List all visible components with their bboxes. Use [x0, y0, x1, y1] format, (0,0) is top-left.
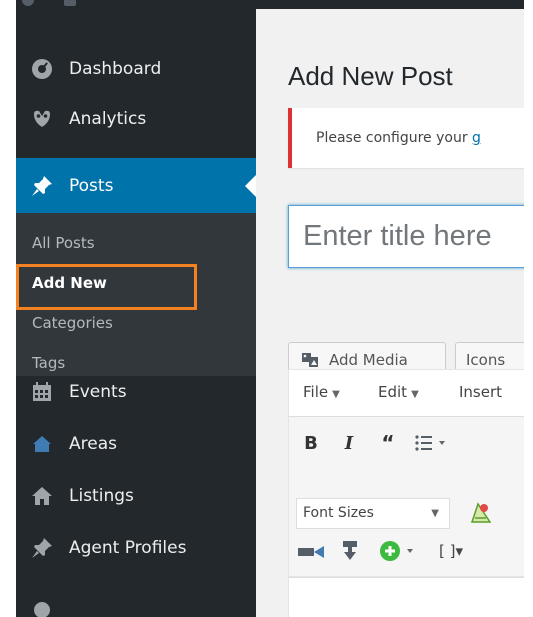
analytics-icon: [30, 107, 54, 131]
house-icon: [30, 432, 54, 456]
shortcode-icon[interactable]: [ ]▾: [433, 538, 469, 564]
bold-icon[interactable]: B: [299, 431, 323, 455]
sidebar-item-label: Analytics: [69, 109, 147, 129]
wordpress-icon[interactable]: [22, 0, 34, 6]
menu-insert[interactable]: Insert: [459, 383, 502, 401]
editor-menubar: File ▼ Edit ▼ Insert: [288, 369, 524, 417]
submenu-item-all-posts[interactable]: All Posts: [32, 234, 95, 252]
bullet-list-icon[interactable]: [412, 429, 452, 457]
admin-sidebar: Dashboard Analytics Posts All Posts Add …: [16, 9, 256, 617]
pin-icon: [30, 536, 54, 560]
sidebar-item-label: Events: [69, 382, 127, 402]
chevron-down-icon: ▼: [411, 389, 419, 400]
menu-insert-label: Insert: [459, 383, 503, 401]
editor-toolbar: B I “ Font Sizes ▼ [ ]▾: [288, 417, 524, 577]
italic-icon[interactable]: I: [337, 431, 361, 455]
menu-file[interactable]: File ▼: [303, 383, 340, 401]
sidebar-item-more[interactable]: [16, 594, 256, 617]
sidebar-item-label: Areas: [69, 434, 117, 454]
post-title-input[interactable]: Enter title here: [288, 205, 524, 268]
sidebar-item-label: Dashboard: [69, 59, 162, 79]
notice-message: Please configure your: [316, 130, 468, 146]
pin-icon: [30, 174, 54, 198]
dashboard-icon: [30, 57, 54, 81]
posts-submenu: All Posts Add New Categories Tags: [16, 213, 256, 376]
icons-label: Icons: [466, 350, 506, 369]
blockquote-icon[interactable]: “: [376, 431, 400, 455]
admin-notice: Please configure your g: [288, 108, 524, 168]
sidebar-item-label: Listings: [69, 486, 134, 506]
home-icon: [30, 484, 54, 508]
sidebar-item-dashboard[interactable]: Dashboard: [16, 43, 256, 95]
add-green-icon[interactable]: [378, 538, 420, 564]
media-icon: [301, 351, 323, 369]
font-sizes-label: Font Sizes: [303, 505, 374, 521]
page-title: Add New Post: [288, 61, 453, 91]
main-content: Add New Post Please configure your g Ent…: [256, 9, 524, 617]
chevron-down-icon: ▼: [332, 389, 340, 400]
sidebar-item-areas[interactable]: Areas: [16, 418, 256, 470]
font-sizes-select[interactable]: Font Sizes ▼: [296, 498, 450, 529]
highlight-box: [16, 264, 197, 310]
sidebar-item-listings[interactable]: Listings: [16, 470, 256, 522]
editor-content-area[interactable]: [288, 577, 524, 617]
sidebar-item-label: Posts: [69, 175, 114, 196]
current-menu-arrow: [245, 175, 256, 197]
chevron-down-icon: ▼: [431, 508, 439, 519]
sidebar-item-posts[interactable]: Posts: [16, 158, 256, 213]
menu-edit-label: Edit: [378, 383, 408, 401]
menu-edit[interactable]: Edit ▼: [378, 383, 419, 401]
video-icon[interactable]: [297, 540, 327, 564]
site-icon[interactable]: [64, 0, 76, 6]
sidebar-item-agent-profiles[interactable]: Agent Profiles: [16, 522, 256, 574]
plugin-icon: [30, 598, 54, 617]
emoticon-icon[interactable]: [467, 499, 495, 527]
admin-top-bar: [16, 0, 524, 9]
submenu-item-categories[interactable]: Categories: [32, 314, 113, 332]
sidebar-item-analytics[interactable]: Analytics: [16, 93, 256, 145]
notice-text: Please configure your g: [316, 130, 481, 146]
menu-file-label: File: [303, 383, 329, 401]
sidebar-item-label: Agent Profiles: [69, 538, 187, 558]
add-media-label: Add Media: [329, 350, 408, 369]
notice-link[interactable]: g: [472, 130, 481, 146]
download-icon[interactable]: [338, 538, 362, 564]
calendar-icon: [30, 380, 54, 404]
sidebar-item-events[interactable]: Events: [16, 366, 256, 418]
